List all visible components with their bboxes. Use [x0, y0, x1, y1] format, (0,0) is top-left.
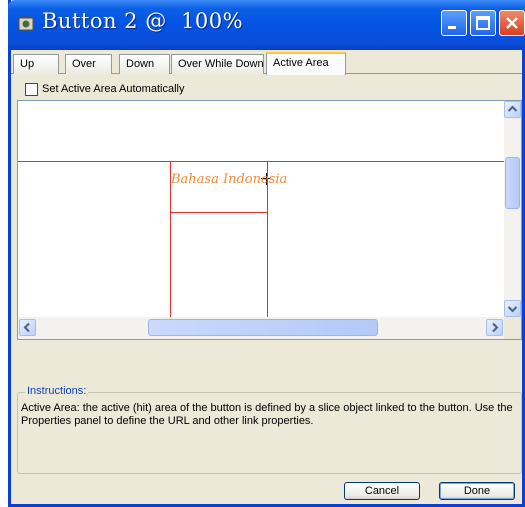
auto-active-area-option[interactable]: Set Active Area Automatically	[25, 82, 184, 96]
minimize-button[interactable]	[441, 10, 467, 36]
button-label-text: Bahasa Indonesia	[170, 172, 287, 187]
window-title: Button 2 @ 100%	[42, 9, 244, 33]
auto-active-area-checkbox[interactable]	[25, 82, 38, 96]
tab-active-area[interactable]: Active Area	[266, 52, 346, 75]
scrollbar-corner	[504, 317, 521, 339]
maximize-button[interactable]	[470, 10, 496, 36]
tab-up[interactable]: Up	[13, 54, 59, 74]
instructions-legend: Instructions:	[25, 385, 89, 397]
fireworks-app-icon	[18, 14, 36, 32]
cancel-button[interactable]: Cancel	[344, 482, 420, 500]
close-button[interactable]	[499, 10, 525, 36]
chevron-right-icon	[492, 322, 499, 333]
vertical-scroll-thumb[interactable]	[505, 157, 520, 209]
instructions-group: Instructions: Active Area: the active (h…	[17, 385, 522, 474]
maximize-icon	[476, 16, 490, 30]
chevron-left-icon	[23, 322, 30, 333]
scroll-up-button[interactable]	[504, 101, 521, 118]
scroll-left-button[interactable]	[19, 319, 36, 336]
done-button[interactable]: Done	[439, 482, 515, 500]
scroll-down-button[interactable]	[504, 300, 521, 317]
chevron-up-icon	[507, 105, 518, 112]
horizontal-scrollbar[interactable]	[18, 317, 505, 339]
auto-active-area-label: Set Active Area Automatically	[42, 83, 185, 95]
minimize-icon	[448, 26, 456, 29]
instructions-text: Active Area: the active (hit) area of th…	[21, 402, 513, 427]
button-editor-window: Button 2 @ 100% Up Over Down Over While …	[8, 0, 525, 507]
scroll-right-button[interactable]	[486, 319, 503, 336]
preview-canvas[interactable]: Bahasa Indonesia	[18, 101, 505, 317]
state-tabs: Up Over Down Over While Down Active Area	[11, 52, 522, 75]
horizontal-scroll-thumb[interactable]	[148, 319, 378, 336]
chevron-down-icon	[507, 306, 518, 313]
tab-over-while-down[interactable]: Over While Down	[171, 54, 264, 74]
tab-down[interactable]: Down	[119, 54, 170, 74]
vertical-scrollbar[interactable]	[504, 101, 521, 317]
close-icon	[506, 17, 518, 29]
slice-guides: Bahasa Indonesia	[18, 161, 505, 317]
title-bar[interactable]: Button 2 @ 100%	[8, 0, 525, 50]
preview-canvas-frame: Bahasa Indonesia	[17, 100, 522, 340]
tab-over[interactable]: Over	[65, 54, 112, 74]
